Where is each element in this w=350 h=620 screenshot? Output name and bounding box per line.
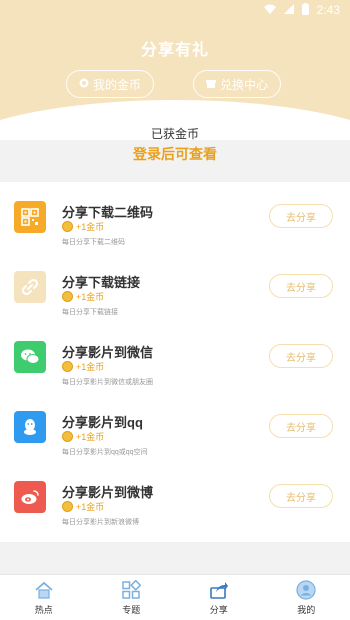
tab-profile[interactable]: 我的 xyxy=(263,575,350,620)
task-item-wechat: 分享影片到微信 +1金币 每日分享影片到微信或朋友圈 去分享 xyxy=(0,322,350,392)
tab-hot[interactable]: 热点 xyxy=(0,575,88,620)
status-time: 2:43 xyxy=(316,3,340,17)
header xyxy=(0,0,350,140)
share-button[interactable]: 去分享 xyxy=(269,344,333,368)
share-icon xyxy=(209,581,228,599)
share-button[interactable]: 去分享 xyxy=(269,484,333,508)
share-button[interactable]: 去分享 xyxy=(269,204,333,228)
coin-icon xyxy=(79,78,89,91)
qq-icon xyxy=(14,411,46,443)
task-reward-text: +1金币 xyxy=(76,432,105,442)
task-reward-text: +1金币 xyxy=(76,362,105,372)
coin-icon xyxy=(62,361,73,372)
coin-icon xyxy=(62,291,73,302)
task-item-qq: 分享影片到qq +1金币 每日分享影片到qq或qq空间 去分享 xyxy=(0,392,350,462)
wechat-icon xyxy=(14,341,46,373)
task-reward-text: +1金币 xyxy=(76,502,105,512)
task-title: 分享影片到微博 xyxy=(62,485,154,500)
tab-label: 专题 xyxy=(122,604,141,615)
page-title: 分享有礼 xyxy=(140,42,209,59)
tab-label: 我的 xyxy=(297,604,316,615)
task-desc: 每日分享下载链接 xyxy=(62,309,118,316)
signal-icon xyxy=(283,3,294,17)
task-desc: 每日分享影片到新浪微博 xyxy=(62,519,139,526)
share-button[interactable]: 去分享 xyxy=(269,274,333,298)
grid-icon xyxy=(122,579,142,599)
task-desc: 每日分享影片到qq或qq空间 xyxy=(62,449,148,456)
task-desc: 每日分享下载二维码 xyxy=(62,239,125,246)
profile-icon xyxy=(296,579,316,600)
tab-share[interactable]: 分享 xyxy=(175,575,263,620)
qrcode-icon xyxy=(14,201,46,233)
coin-icon xyxy=(62,431,73,442)
bottom-tabbar: 热点 专题 分享 我的 xyxy=(0,574,350,620)
task-reward: +1金币 xyxy=(62,500,104,513)
coins-summary: 已获金币 登录后可查看 xyxy=(0,120,350,168)
tab-label: 分享 xyxy=(209,604,228,615)
task-title: 分享影片到微信 xyxy=(62,345,154,360)
task-reward: +1金币 xyxy=(62,430,104,443)
coins-login-prompt[interactable]: 登录后可查看 xyxy=(0,144,350,164)
exchange-label: 兑换中心 xyxy=(219,77,268,92)
my-coins-button[interactable]: 我的金币 xyxy=(66,70,154,98)
task-item-qrcode: 分享下载二维码 +1金币 每日分享下载二维码 去分享 xyxy=(0,182,350,252)
battery-icon xyxy=(301,2,309,18)
task-title: 分享影片到qq xyxy=(62,415,143,430)
task-item-link: 分享下载链接 +1金币 每日分享下载链接 去分享 xyxy=(0,252,350,322)
tab-topics[interactable]: 专题 xyxy=(88,575,176,620)
task-reward: +1金币 xyxy=(62,360,104,373)
task-reward-text: +1金币 xyxy=(76,292,105,302)
gift-icon xyxy=(205,78,216,91)
my-coins-label: 我的金币 xyxy=(92,77,141,92)
coins-label: 已获金币 xyxy=(150,127,199,141)
task-item-weibo: 分享影片到微博 +1金币 每日分享影片到新浪微博 去分享 xyxy=(0,462,350,532)
tab-label: 热点 xyxy=(34,604,53,615)
task-reward-text: +1金币 xyxy=(76,222,105,232)
task-reward: +1金币 xyxy=(62,220,104,233)
task-title: 分享下载链接 xyxy=(62,275,141,290)
link-icon xyxy=(14,271,46,303)
task-reward: +1金币 xyxy=(62,290,104,303)
exchange-center-button[interactable]: 兑换中心 xyxy=(193,70,281,98)
coin-icon xyxy=(62,221,73,232)
weibo-icon xyxy=(14,481,46,513)
status-bar: 2:43 xyxy=(0,0,350,20)
task-desc: 每日分享影片到微信或朋友圈 xyxy=(62,379,153,386)
task-title: 分享下载二维码 xyxy=(62,205,154,220)
task-list: 分享下载二维码 +1金币 每日分享下载二维码 去分享 分享下载链接 +1金币 每… xyxy=(0,182,350,542)
home-icon xyxy=(35,581,53,599)
coin-icon xyxy=(62,501,73,512)
share-button[interactable]: 去分享 xyxy=(269,414,333,438)
wifi-icon xyxy=(263,3,276,17)
